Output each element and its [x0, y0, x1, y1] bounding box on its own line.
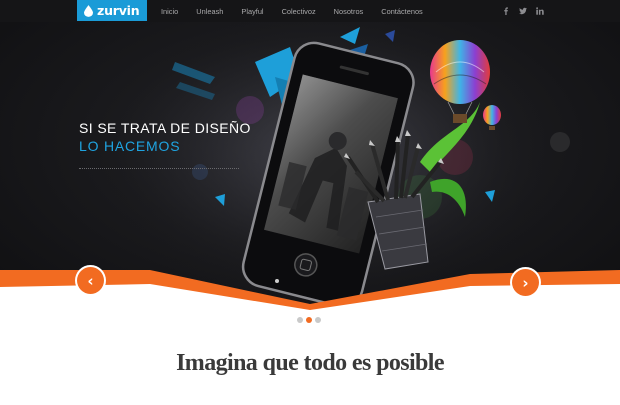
nav-item-inicio[interactable]: Inicio: [161, 7, 178, 16]
hero-tagline-primary: SI SE TRATA DE DISEÑO: [79, 120, 251, 136]
nav-item-contactenos[interactable]: Contáctenos: [381, 7, 423, 16]
nav-item-nosotros[interactable]: Nosotros: [334, 7, 364, 16]
linkedin-icon[interactable]: [536, 7, 544, 15]
hero-tagline-secondary: LO HACEMOS: [79, 138, 181, 154]
previous-slide-button[interactable]: ‹: [77, 267, 104, 294]
pagination-dot-2[interactable]: [306, 317, 312, 323]
top-navigation-bar: zurvin Inicio Unleash Playful Colectivoz…: [0, 0, 620, 22]
nav-item-colectivoz[interactable]: Colectivoz: [282, 7, 316, 16]
logo-text: zurvin: [97, 3, 140, 18]
page-headline: Imagina que todo es posible: [176, 350, 444, 376]
nav-item-unleash[interactable]: Unleash: [196, 7, 223, 16]
chevron-left-icon: ‹: [87, 271, 94, 290]
facebook-icon[interactable]: [502, 7, 510, 15]
twitter-icon[interactable]: [519, 7, 527, 15]
zurvin-logo[interactable]: zurvin: [77, 0, 147, 21]
nav-item-playful[interactable]: Playful: [241, 7, 263, 16]
pagination-dot-1[interactable]: [297, 317, 303, 323]
chevron-right-icon: ›: [522, 273, 529, 292]
water-drop-icon: [84, 4, 93, 17]
main-menu: Inicio Unleash Playful Colectivoz Nosotr…: [161, 0, 441, 22]
tagline-divider: [79, 168, 239, 169]
next-slide-button[interactable]: ›: [512, 269, 539, 296]
pagination-dot-3[interactable]: [315, 317, 321, 323]
slider-pagination: [297, 317, 321, 323]
social-links: [502, 0, 544, 22]
